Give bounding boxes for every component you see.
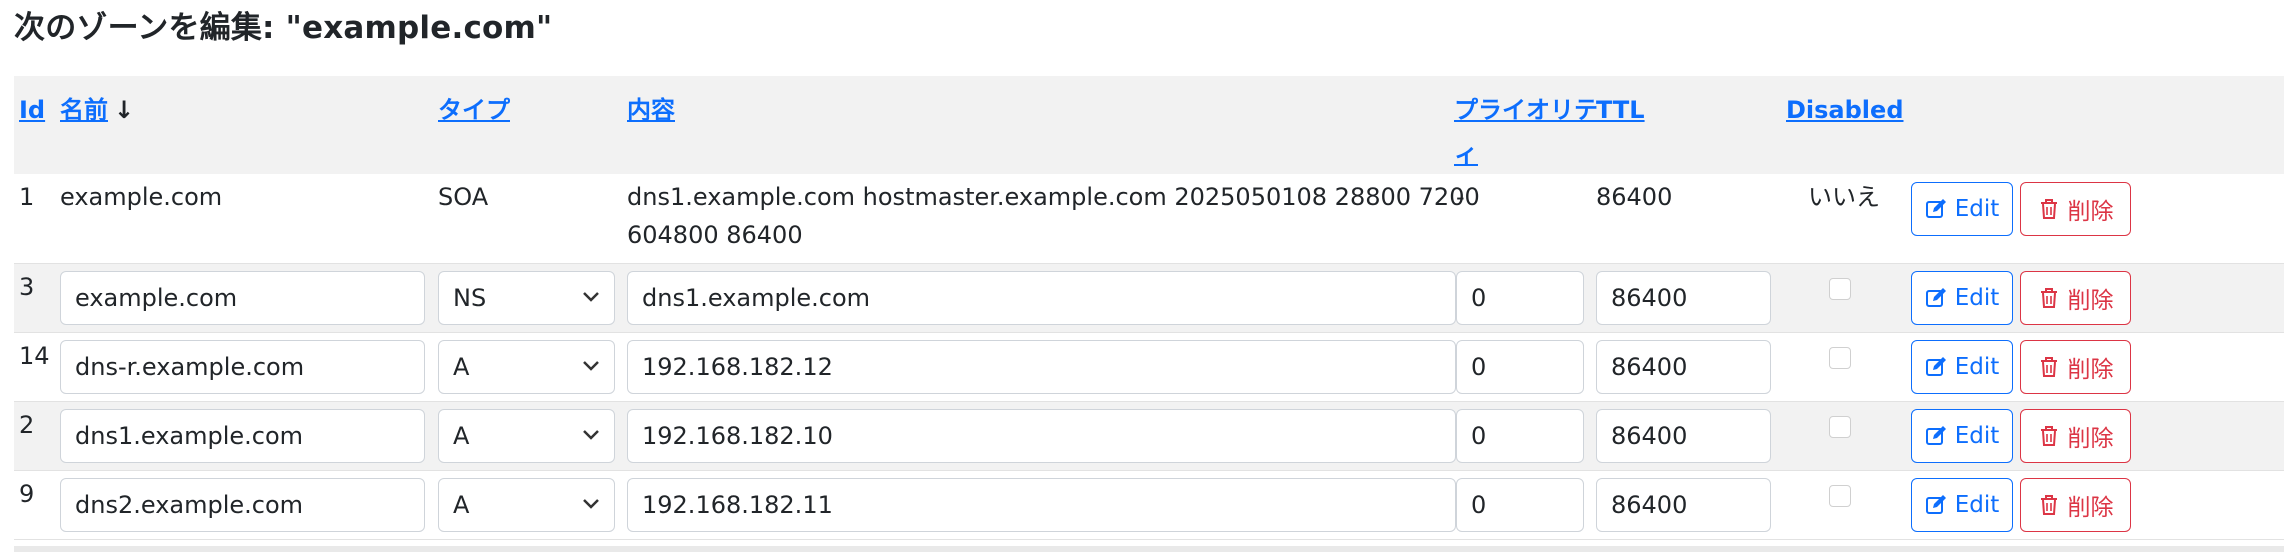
record-disabled: いいえ — [1808, 183, 1880, 211]
delete-button[interactable]: 削除 — [2020, 340, 2131, 394]
table-footer-strip — [14, 546, 2284, 552]
record-content-line2: 604800 86400 — [627, 221, 803, 249]
header-priority-line2[interactable]: ィ — [1454, 132, 1598, 176]
ttl-input[interactable]: 86400 — [1596, 340, 1771, 394]
content-input[interactable]: 192.168.182.10 — [627, 409, 1456, 463]
ttl-input[interactable]: 86400 — [1596, 271, 1771, 325]
edit-button[interactable]: Edit — [1911, 409, 2013, 463]
chevron-down-icon — [582, 341, 600, 391]
trash-icon — [2038, 425, 2060, 447]
edit-button[interactable]: Edit — [1911, 182, 2013, 236]
name-input[interactable]: example.com — [60, 271, 425, 325]
trash-icon — [2038, 356, 2060, 378]
delete-button[interactable]: 削除 — [2020, 478, 2131, 532]
edit-button[interactable]: Edit — [1911, 271, 2013, 325]
name-input[interactable]: dns-r.example.com — [60, 340, 425, 394]
chevron-down-icon — [582, 272, 600, 322]
delete-button[interactable]: 削除 — [2020, 271, 2131, 325]
delete-button-label: 削除 — [2067, 357, 2114, 383]
edit-button[interactable]: Edit — [1911, 340, 2013, 394]
chevron-down-icon — [582, 479, 600, 529]
priority-input[interactable]: 0 — [1456, 409, 1584, 463]
header-priority[interactable]: プライオリティ — [1454, 88, 1598, 176]
delete-button-label: 削除 — [2067, 288, 2114, 314]
header-priority-line1[interactable]: プライオリテ — [1454, 88, 1598, 132]
table-row-soa: 1 example.com SOA dns1.example.com hostm… — [14, 174, 2284, 264]
record-id: 14 — [19, 342, 50, 370]
record-id: 2 — [19, 411, 35, 439]
type-select-value: A — [453, 491, 470, 519]
disabled-checkbox[interactable] — [1829, 347, 1851, 369]
record-content-line1: dns1.example.com hostmaster.example.com … — [627, 183, 1480, 211]
edit-button[interactable]: Edit — [1911, 478, 2013, 532]
type-select-value: A — [453, 353, 470, 381]
delete-button-label: 削除 — [2067, 495, 2114, 521]
records-table: Id 名前 ↓ タイプ 内容 プライオリティ TTL Disabled 1 exa… — [14, 76, 2284, 552]
edit-button-label: Edit — [1954, 285, 2000, 311]
page-title: 次のゾーンを編集: "example.com" — [14, 10, 553, 46]
name-input[interactable]: dns1.example.com — [60, 409, 425, 463]
edit-button-label: Edit — [1954, 354, 2000, 380]
table-row: 2 dns1.example.com A 192.168.182.10 0 86… — [14, 402, 2284, 471]
record-ttl: 86400 — [1596, 183, 1673, 211]
disabled-checkbox[interactable] — [1829, 278, 1851, 300]
type-select[interactable]: A — [438, 478, 615, 532]
header-content[interactable]: 内容 — [627, 88, 675, 132]
type-select[interactable]: A — [438, 409, 615, 463]
type-select-value: NS — [453, 284, 487, 312]
type-select[interactable]: NS — [438, 271, 615, 325]
sort-descending-icon: ↓ — [114, 96, 135, 124]
record-priority: - — [1456, 183, 1465, 211]
header-type[interactable]: タイプ — [438, 88, 510, 132]
record-type: SOA — [438, 183, 489, 211]
delete-button-label: 削除 — [2067, 199, 2114, 225]
type-select[interactable]: A — [438, 340, 615, 394]
chevron-down-icon — [582, 410, 600, 460]
edit-button-label: Edit — [1954, 196, 2000, 222]
record-name: example.com — [60, 183, 223, 211]
type-select-value: A — [453, 422, 470, 450]
delete-button[interactable]: 削除 — [2020, 409, 2131, 463]
edit-icon — [1925, 356, 1947, 378]
ttl-input[interactable]: 86400 — [1596, 478, 1771, 532]
table-header: Id 名前 ↓ タイプ 内容 プライオリティ TTL Disabled — [14, 76, 2284, 174]
table-row: 3 example.com NS dns1.example.com 0 8640… — [14, 264, 2284, 333]
edit-icon — [1925, 287, 1947, 309]
edit-icon — [1925, 425, 1947, 447]
edit-icon — [1925, 198, 1947, 220]
disabled-checkbox[interactable] — [1829, 416, 1851, 438]
priority-input[interactable]: 0 — [1456, 478, 1584, 532]
trash-icon — [2038, 287, 2060, 309]
disabled-checkbox[interactable] — [1829, 485, 1851, 507]
record-content: dns1.example.com hostmaster.example.com … — [627, 178, 1480, 254]
priority-input[interactable]: 0 — [1456, 340, 1584, 394]
edit-button-label: Edit — [1954, 492, 2000, 518]
trash-icon — [2038, 198, 2060, 220]
header-id[interactable]: Id — [19, 88, 45, 132]
record-id: 1 — [19, 183, 35, 211]
table-row: 14 dns-r.example.com A 192.168.182.12 0 … — [14, 333, 2284, 402]
delete-button-label: 削除 — [2067, 426, 2114, 452]
edit-button-label: Edit — [1954, 423, 2000, 449]
record-id: 9 — [19, 480, 35, 508]
header-disabled[interactable]: Disabled — [1786, 88, 1904, 132]
ttl-input[interactable]: 86400 — [1596, 409, 1771, 463]
content-input[interactable]: 192.168.182.11 — [627, 478, 1456, 532]
header-name-label[interactable]: 名前 — [60, 96, 108, 124]
header-ttl[interactable]: TTL — [1596, 88, 1645, 132]
priority-input[interactable]: 0 — [1456, 271, 1584, 325]
trash-icon — [2038, 494, 2060, 516]
content-input[interactable]: 192.168.182.12 — [627, 340, 1456, 394]
record-id: 3 — [19, 273, 35, 301]
name-input[interactable]: dns2.example.com — [60, 478, 425, 532]
edit-icon — [1925, 494, 1947, 516]
header-name[interactable]: 名前 ↓ — [60, 88, 134, 132]
content-input[interactable]: dns1.example.com — [627, 271, 1456, 325]
table-row: 9 dns2.example.com A 192.168.182.11 0 86… — [14, 471, 2284, 540]
delete-button[interactable]: 削除 — [2020, 182, 2131, 236]
